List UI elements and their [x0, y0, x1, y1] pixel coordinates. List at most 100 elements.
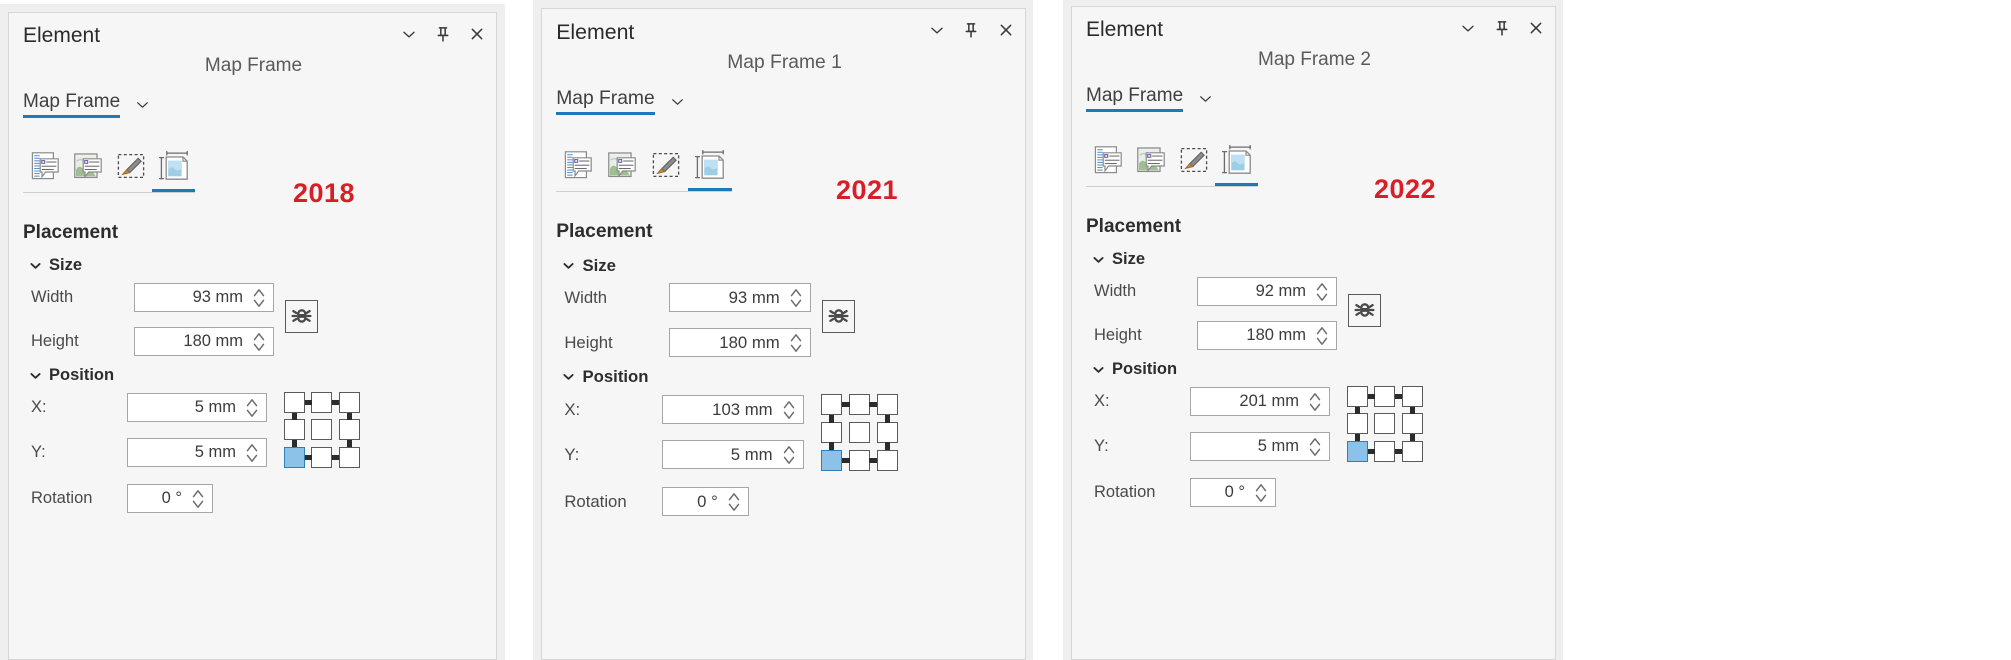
- label-y: Y:: [31, 443, 46, 461]
- spinner-width[interactable]: 92 mm: [1197, 277, 1337, 306]
- anchor-square-top-left: [821, 394, 843, 416]
- chevron-down-icon[interactable]: [134, 96, 151, 113]
- position-group-header[interactable]: Position: [1092, 360, 1177, 379]
- stepper-width[interactable]: [1314, 280, 1336, 304]
- position-anchor-grid[interactable]: [1344, 383, 1426, 465]
- stepper-x[interactable]: [781, 398, 803, 422]
- anchor-square-top-right: [338, 392, 360, 414]
- stepper-x[interactable]: [244, 396, 266, 420]
- size-group-header[interactable]: Size: [29, 256, 82, 275]
- anchor-cell-center[interactable]: [308, 416, 335, 443]
- spinner-width[interactable]: 93 mm: [668, 283, 811, 313]
- tab-row: Map Frame: [556, 88, 686, 116]
- aspect-ratio-unlocked-icon[interactable]: [285, 300, 318, 333]
- spinner-width[interactable]: 93 mm: [134, 283, 274, 312]
- map-frame-placement-icon[interactable]: [152, 147, 195, 193]
- anchor-cell-bottom-right[interactable]: [873, 446, 901, 474]
- position-anchor-grid[interactable]: [281, 389, 363, 471]
- map-frame-options-icon[interactable]: [23, 147, 66, 193]
- map-frame-display-icon[interactable]: [600, 145, 644, 192]
- chevron-down-icon[interactable]: [1197, 90, 1214, 107]
- panel-2018: Element Map Frame Map Frame Placement Size Po…: [8, 12, 497, 660]
- tab-map-frame[interactable]: Map Frame: [1086, 85, 1184, 112]
- map-frame-style-icon[interactable]: [644, 145, 688, 192]
- spinner-y[interactable]: 5 mm: [127, 438, 267, 467]
- stepper-height[interactable]: [251, 330, 273, 354]
- field-row-y: Y: 5 mm: [1094, 432, 1330, 461]
- tab-map-frame[interactable]: Map Frame: [23, 91, 121, 118]
- aspect-ratio-unlocked-icon[interactable]: [822, 300, 855, 333]
- close-icon[interactable]: [468, 25, 486, 43]
- field-row-x: X: 201 mm: [1094, 387, 1330, 416]
- anchor-square-bottom-right: [876, 449, 898, 471]
- close-icon[interactable]: [1527, 19, 1545, 37]
- anchor-connector-7: [884, 442, 890, 451]
- chevron-down-icon[interactable]: [669, 93, 686, 110]
- stepper-width[interactable]: [251, 286, 273, 310]
- pin-icon[interactable]: [962, 21, 980, 39]
- spinner-y[interactable]: 5 mm: [661, 440, 804, 470]
- spinner-x[interactable]: 201 mm: [1190, 387, 1330, 416]
- anchor-square-middle-right: [338, 419, 360, 441]
- stepper-width[interactable]: [788, 286, 810, 310]
- position-group-header[interactable]: Position: [562, 367, 649, 387]
- window-title: Element: [1086, 18, 1164, 41]
- spinner-rotation[interactable]: 0 °: [1190, 478, 1276, 507]
- map-frame-options-icon[interactable]: [1086, 141, 1129, 187]
- stepper-y[interactable]: [1307, 435, 1329, 459]
- map-frame-style-icon[interactable]: [109, 147, 152, 193]
- anchor-cell-bottom-right[interactable]: [1399, 438, 1426, 465]
- spinner-rotation[interactable]: 0 °: [661, 487, 750, 517]
- spinner-height[interactable]: 180 mm: [134, 327, 274, 356]
- spinner-rotation[interactable]: 0 °: [127, 484, 213, 513]
- close-icon[interactable]: [997, 21, 1015, 39]
- map-frame-placement-icon[interactable]: [688, 145, 732, 192]
- pin-icon[interactable]: [434, 25, 452, 43]
- label-width: Width: [31, 288, 74, 306]
- placement-section-title: Placement: [556, 221, 653, 242]
- stepper-rotation[interactable]: [1253, 481, 1275, 505]
- tab-map-frame[interactable]: Map Frame: [556, 88, 655, 116]
- window-controls: [1459, 19, 1545, 37]
- map-frame-display-icon[interactable]: [1129, 141, 1172, 187]
- size-group-header[interactable]: Size: [1092, 250, 1145, 269]
- map-frame-options-icon[interactable]: [556, 145, 600, 192]
- spinner-x[interactable]: 103 mm: [661, 395, 804, 425]
- stepper-height[interactable]: [788, 331, 810, 355]
- stepper-rotation[interactable]: [190, 487, 212, 511]
- size-group-header[interactable]: Size: [562, 256, 616, 276]
- map-frame-style-icon[interactable]: [1172, 141, 1215, 187]
- map-frame-placement-icon[interactable]: [1215, 141, 1258, 187]
- spinner-height[interactable]: 180 mm: [668, 328, 811, 358]
- toolbar-divider: [1086, 186, 1258, 187]
- anchor-connector-2: [304, 454, 313, 460]
- spinner-x[interactable]: 5 mm: [127, 393, 267, 422]
- field-row-width: Width 93 mm: [564, 283, 811, 313]
- anchor-cell-bottom-right[interactable]: [336, 444, 363, 471]
- spinner-height[interactable]: 180 mm: [1197, 321, 1337, 350]
- chevron-down-icon[interactable]: [1459, 19, 1477, 37]
- value-width: 93 mm: [728, 287, 780, 307]
- toolbar-divider: [556, 191, 732, 192]
- stepper-rotation[interactable]: [726, 490, 748, 514]
- size-group-header-label: Size: [1112, 250, 1146, 268]
- anchor-cell-center[interactable]: [1371, 410, 1398, 437]
- position-group-header[interactable]: Position: [29, 366, 114, 385]
- stepper-x[interactable]: [1307, 390, 1329, 414]
- position-anchor-grid[interactable]: [818, 391, 901, 474]
- spinner-y[interactable]: 5 mm: [1190, 432, 1330, 461]
- pin-icon[interactable]: [1493, 19, 1511, 37]
- chevron-down-icon[interactable]: [400, 25, 418, 43]
- label-x: X:: [31, 398, 47, 416]
- stepper-y[interactable]: [781, 443, 803, 467]
- stepper-height[interactable]: [1314, 324, 1336, 348]
- aspect-ratio-unlocked-icon[interactable]: [1348, 294, 1381, 327]
- anchor-cell-center[interactable]: [846, 419, 874, 447]
- stepper-y[interactable]: [244, 441, 266, 465]
- map-frame-display-icon[interactable]: [66, 147, 109, 193]
- value-rotation: 0 °: [1224, 483, 1245, 501]
- chevron-down-icon[interactable]: [928, 21, 946, 39]
- label-height: Height: [1094, 326, 1142, 344]
- window-controls: [928, 21, 1015, 39]
- window-controls: [400, 25, 486, 43]
